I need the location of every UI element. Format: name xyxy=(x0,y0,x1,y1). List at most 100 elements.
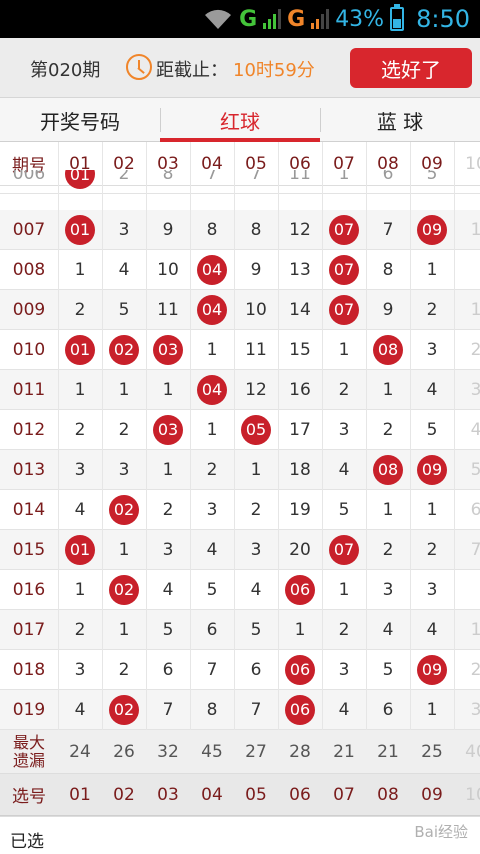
table-row: 009 2 5 11 04 10 14 07 9 2 1 xyxy=(0,290,480,330)
missing-count-cell: 9 xyxy=(250,259,262,280)
red-ball: 04 xyxy=(197,294,227,325)
drawn-ball-cell: 07 xyxy=(322,290,366,329)
drawn-ball-cell: 07 xyxy=(322,210,366,249)
missing-count-cell: 1 xyxy=(338,339,350,360)
max-missing-value: 24 xyxy=(69,741,91,762)
period-label: 第020期 xyxy=(30,60,101,81)
missing-count-cell: 1 xyxy=(250,459,262,480)
drawn-ball-cell: 06 xyxy=(278,650,322,689)
issue-number: 006 xyxy=(12,170,46,184)
select-number-button[interactable]: 04 xyxy=(190,774,234,815)
red-ball: 06 xyxy=(285,574,315,605)
red-ball: 02 xyxy=(109,694,139,725)
drawn-ball-cell: 01 xyxy=(58,530,102,569)
select-number-button[interactable]: 06 xyxy=(278,774,322,815)
missing-count-cell: 5 xyxy=(162,619,174,640)
issue-number: 016 xyxy=(12,579,46,600)
drawn-ball-cell: 02 xyxy=(102,490,146,529)
red-ball: 01 xyxy=(65,170,95,189)
max-missing-value: 28 xyxy=(289,741,311,762)
red-ball: 07 xyxy=(329,534,359,565)
missing-count-cell: 1 xyxy=(426,499,438,520)
tab-red-ball[interactable]: 红球 xyxy=(160,98,320,142)
missing-count-cell: 1 xyxy=(206,419,218,440)
missing-count-cell: 2 xyxy=(162,499,174,520)
missing-count-cell: 5 xyxy=(382,659,394,680)
table-row: 0060128771116510 xyxy=(0,170,480,194)
missing-count-cell: 1 xyxy=(470,299,480,320)
select-number-button[interactable]: 10 xyxy=(454,774,480,815)
drawn-ball-cell: 10 xyxy=(454,170,480,193)
network-type-2: G xyxy=(287,6,306,32)
missing-count-cell: 5 xyxy=(206,579,218,600)
missing-count-cell: 4 xyxy=(426,619,438,640)
missing-count-cell: 7 xyxy=(250,170,262,184)
table-row: 011 1 1 1 04 12 16 2 1 4 3 xyxy=(0,370,480,410)
missing-count-cell: 17 xyxy=(289,419,311,440)
missing-count-cell: 3 xyxy=(426,339,438,360)
max-missing-label-line1: 最大 xyxy=(12,732,45,752)
grid-column-line xyxy=(190,142,191,810)
missing-count-cell: 2 xyxy=(470,659,480,680)
drawn-ball-cell: 04 xyxy=(190,290,234,329)
table-row: 010 01 02 03 1 11 15 1 08 3 2 xyxy=(0,330,480,370)
missing-count-cell: 1 xyxy=(74,379,86,400)
red-ball: 04 xyxy=(197,254,227,285)
missing-count-cell: 2 xyxy=(426,539,438,560)
tab-draw-numbers[interactable]: 开奖号码 xyxy=(0,98,160,142)
drawn-ball-cell: 02 xyxy=(102,330,146,369)
issue-number: 014 xyxy=(12,499,46,520)
missing-count-cell: 3 xyxy=(250,539,262,560)
drawn-ball-cell: 06 xyxy=(278,570,322,609)
issue-number: 008 xyxy=(12,259,46,280)
max-missing-value: 26 xyxy=(113,741,135,762)
select-number-button[interactable]: 07 xyxy=(322,774,366,815)
tab-blue-ball[interactable]: 蓝 球 xyxy=(320,98,480,142)
table-row: 019 4 02 7 8 7 06 4 6 1 3 xyxy=(0,690,480,730)
issue-number: 018 xyxy=(12,659,46,680)
missing-count-cell: 20 xyxy=(289,539,311,560)
select-number-button[interactable]: 08 xyxy=(366,774,410,815)
clock-icon xyxy=(126,54,152,80)
select-number-button[interactable]: 09 xyxy=(410,774,454,815)
red-ball: 09 xyxy=(417,454,447,485)
issue-number: 015 xyxy=(12,539,46,560)
drawn-ball-cell: 08 xyxy=(366,330,410,369)
wifi-icon xyxy=(205,9,232,29)
missing-count-cell: 8 xyxy=(162,170,174,184)
red-ball: 02 xyxy=(109,574,139,605)
select-number-button[interactable]: 03 xyxy=(146,774,190,815)
done-button[interactable]: 选好了 xyxy=(350,48,472,88)
drawn-ball-cell: 05 xyxy=(234,410,278,449)
missing-count-cell: 5 xyxy=(118,299,130,320)
missing-count-cell: 1 xyxy=(162,459,174,480)
signal-bars-icon-1 xyxy=(263,9,282,29)
number-select-row: 选号 01020304050607080910 xyxy=(0,774,480,816)
select-number-button[interactable]: 01 xyxy=(58,774,102,815)
max-missing-label: 最大 遗漏 xyxy=(0,730,58,773)
missing-count-cell: 4 xyxy=(338,699,350,720)
missing-count-cell: 2 xyxy=(338,619,350,640)
select-number-button[interactable]: 02 xyxy=(102,774,146,815)
battery-icon xyxy=(390,4,405,31)
missing-count-cell: 5 xyxy=(338,499,350,520)
drawn-ball-cell: 09 xyxy=(410,650,454,689)
missing-count-cell: 9 xyxy=(162,219,174,240)
missing-count-cell: 6 xyxy=(250,659,262,680)
missing-count-cell: 4 xyxy=(470,419,480,440)
grid-column-line xyxy=(146,142,147,810)
select-number-button[interactable]: 05 xyxy=(234,774,278,815)
missing-count-cell: 1 xyxy=(338,579,350,600)
missing-count-cell: 1 xyxy=(74,579,86,600)
missing-count-cell: 2 xyxy=(426,299,438,320)
drawn-ball-cell: 09 xyxy=(410,450,454,489)
network-type-1: G xyxy=(239,6,258,32)
issue-number: 017 xyxy=(12,619,46,640)
missing-count-cell: 5 xyxy=(426,170,438,184)
max-missing-row: 最大 遗漏 24 26 32 45 27 28 21 21 25 40 xyxy=(0,730,480,774)
missing-count-cell: 7 xyxy=(250,699,262,720)
missing-count-cell: 3 xyxy=(382,579,394,600)
issue-number: 011 xyxy=(12,379,46,400)
missing-count-cell: 13 xyxy=(289,259,311,280)
table-row: 007 01 3 9 8 8 12 07 7 09 1 xyxy=(0,210,480,250)
